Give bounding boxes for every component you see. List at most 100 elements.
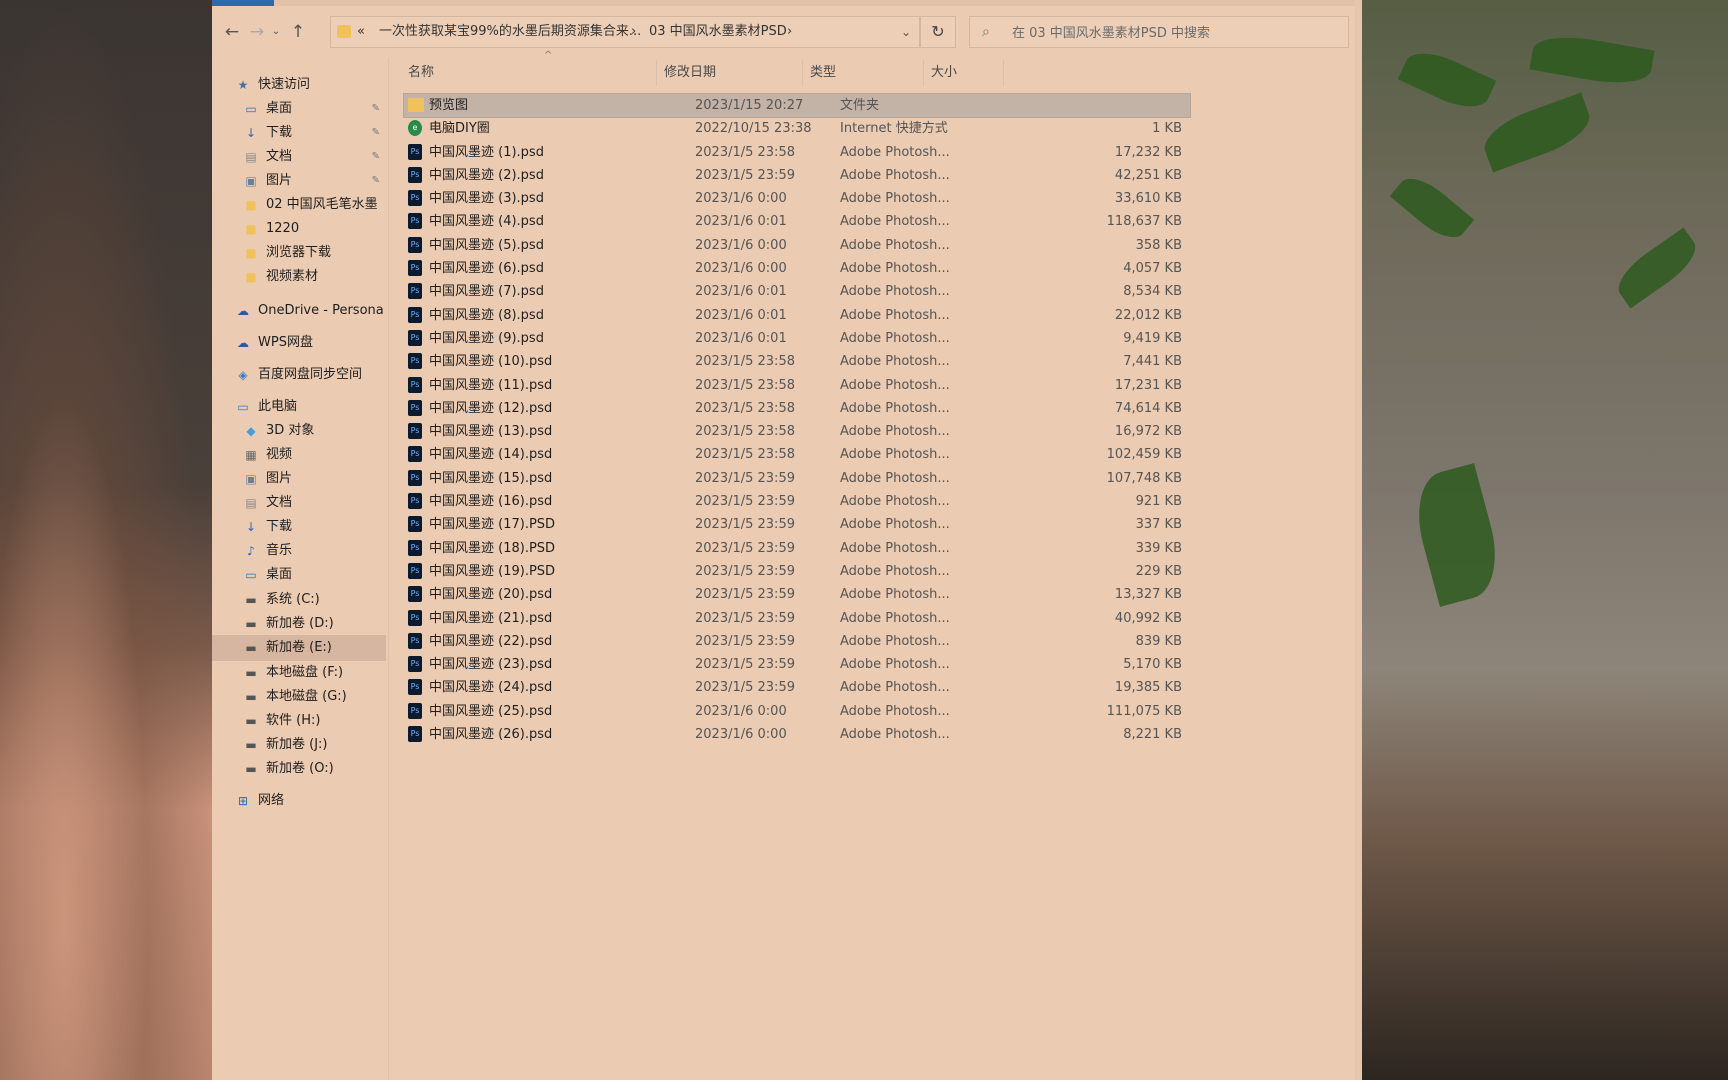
file-row[interactable]: Ps 中国风墨迹 (10).psd 2023/1/5 23:58 Adobe Phot… (404, 350, 1190, 373)
sidebar-item[interactable]: ▬ 软件 (H:) (212, 708, 386, 734)
breadcrumb-overflow[interactable]: « (357, 17, 365, 47)
file-row[interactable]: Ps 中国风墨迹 (14).psd 2023/1/5 23:58 Adobe Phot… (404, 443, 1190, 466)
photoshop-file-icon: Ps (408, 283, 422, 300)
sidebar-item-label: 新加卷 (E:) (266, 640, 332, 655)
sidebar-item[interactable]: ☁ OneDrive - Persona (212, 298, 386, 324)
file-row[interactable]: Ps 中国风墨迹 (12).psd 2023/1/5 23:58 Adobe Phot… (404, 397, 1190, 420)
file-row[interactable]: Ps 中国风墨迹 (2).psd 2023/1/5 23:59 Adobe Photo… (404, 164, 1190, 187)
sidebar-item[interactable]: ▤ 文档 (212, 490, 386, 516)
sidebar-item[interactable]: ☁ WPS网盘 (212, 330, 386, 356)
file-rows: 预览图 2023/1/15 20:27 文件夹 e 电脑DIY圈 2022/10/15 2… (403, 92, 1191, 746)
sidebar-item[interactable]: ▣ 图片 ✎ (212, 168, 386, 194)
file-size: 42,251 KB (1114, 167, 1182, 183)
sidebar-item[interactable]: ▭ 此电脑 (212, 394, 386, 420)
sidebar-item[interactable]: ↓ 下载 (212, 514, 386, 540)
column-header-size[interactable]: 大小 (923, 58, 1003, 88)
sidebar-item[interactable]: ▬ 本地磁盘 (G:) (212, 684, 386, 710)
back-button[interactable]: ← (220, 20, 244, 44)
sidebar-item[interactable]: ■ 视频素材 (212, 264, 386, 290)
breadcrumb-item[interactable]: 03 中国风水墨素材PSD (649, 17, 787, 47)
file-size: 4,057 KB (1123, 261, 1182, 277)
sidebar-item[interactable]: ★ 快速访问 (212, 72, 386, 98)
sidebar-item[interactable]: ▬ 新加卷 (O:) (212, 756, 386, 782)
sidebar-item[interactable]: ▬ 新加卷 (J:) (212, 732, 386, 758)
sidebar-item[interactable]: ▬ 新加卷 (D:) (212, 611, 386, 637)
sidebar-item[interactable]: ▦ 视频 (212, 442, 386, 468)
file-row[interactable]: e 电脑DIY圈 2022/10/15 23:38 Internet 快捷方式 1 KB (404, 117, 1190, 140)
file-row[interactable]: Ps 中国风墨迹 (7).psd 2023/1/6 0:01 Adobe Photos… (404, 280, 1190, 303)
sidebar-item[interactable]: ▭ 桌面 (212, 562, 386, 588)
file-type: Adobe Photosh... (840, 587, 950, 603)
column-header-name[interactable]: 名称 (400, 58, 656, 88)
sidebar-item[interactable]: ▬ 新加卷 (E:) (212, 635, 386, 661)
sidebar-item[interactable]: ◈ 百度网盘同步空间 (212, 362, 386, 388)
file-row[interactable]: Ps 中国风墨迹 (4).psd 2023/1/6 0:01 Adobe Photos… (404, 210, 1190, 233)
photoshop-file-icon: Ps (408, 539, 422, 556)
sidebar-item[interactable]: ↓ 下载 ✎ (212, 120, 386, 146)
search-input[interactable] (1010, 21, 1344, 45)
sidebar-item[interactable]: ▬ 本地磁盘 (F:) (212, 660, 386, 686)
search-box[interactable]: ⌕ (969, 16, 1349, 48)
photoshop-file-icon: Ps (408, 143, 422, 160)
pin-icon[interactable]: ✎ (372, 120, 380, 146)
column-divider[interactable] (1003, 60, 1004, 86)
file-row[interactable]: 预览图 2023/1/15 20:27 文件夹 (403, 92, 1191, 119)
sidebar-item[interactable]: ♪ 音乐 (212, 538, 386, 564)
pin-icon[interactable]: ✎ (372, 96, 380, 122)
file-type: Adobe Photosh... (840, 470, 950, 486)
breadcrumb-item[interactable]: 一次性获取某宝99%的水墨后期资源集合来... (379, 17, 641, 47)
chevron-down-icon[interactable]: ⌄ (901, 17, 911, 47)
file-row[interactable]: Ps 中国风墨迹 (23).psd 2023/1/5 23:59 Adobe Phot… (404, 653, 1190, 676)
sidebar-item-label: 文档 (266, 495, 293, 510)
sidebar-item[interactable]: ◆ 3D 对象 (212, 418, 386, 444)
file-row[interactable]: Ps 中国风墨迹 (22).psd 2023/1/5 23:59 Adobe Phot… (404, 630, 1190, 653)
file-row[interactable]: Ps 中国风墨迹 (9).psd 2023/1/6 0:01 Adobe Photos… (404, 327, 1190, 350)
file-row[interactable]: Ps 中国风墨迹 (21).psd 2023/1/5 23:59 Adobe Phot… (404, 607, 1190, 630)
file-row[interactable]: Ps 中国风墨迹 (13).psd 2023/1/5 23:58 Adobe Phot… (404, 420, 1190, 443)
file-row[interactable]: Ps 中国风墨迹 (5).psd 2023/1/6 0:00 Adobe Photos… (404, 234, 1190, 257)
file-size: 33,610 KB (1114, 191, 1182, 207)
column-header-type[interactable]: 类型 (802, 58, 923, 88)
file-row[interactable]: Ps 中国风墨迹 (3).psd 2023/1/6 0:00 Adobe Photos… (404, 187, 1190, 210)
folder-icon (408, 98, 424, 112)
up-button[interactable]: ↑ (286, 20, 310, 44)
file-row[interactable]: Ps 中国风墨迹 (8).psd 2023/1/6 0:01 Adobe Photos… (404, 304, 1190, 327)
sidebar-item[interactable]: ⊞ 网络 (212, 788, 386, 814)
file-size: 8,534 KB (1123, 284, 1182, 300)
file-row[interactable]: Ps 中国风墨迹 (1).psd 2023/1/5 23:58 Adobe Photo… (404, 141, 1190, 164)
sidebar-item[interactable]: ■ 02 中国风毛笔水墨 (212, 192, 386, 218)
breadcrumb-separator[interactable]: › (631, 17, 636, 47)
sidebar-item-label: 新加卷 (O:) (266, 761, 334, 776)
recent-locations-button[interactable]: ⌄ (264, 20, 288, 44)
sidebar-item[interactable]: ■ 1220 (212, 216, 386, 242)
file-type: Adobe Photosh... (840, 680, 950, 696)
sidebar-item-label: 音乐 (266, 543, 293, 558)
address-bar[interactable]: « 一次性获取某宝99%的水墨后期资源集合来... › 03 中国风水墨素材PS… (330, 16, 920, 48)
file-row[interactable]: Ps 中国风墨迹 (17).PSD 2023/1/5 23:59 Adobe Phot… (404, 513, 1190, 536)
sidebar-item[interactable]: ▤ 文档 ✎ (212, 144, 386, 170)
file-row[interactable]: Ps 中国风墨迹 (25).psd 2023/1/6 0:00 Adobe Photo… (404, 700, 1190, 723)
file-row[interactable]: Ps 中国风墨迹 (11).psd 2023/1/5 23:58 Adobe Phot… (404, 374, 1190, 397)
file-row[interactable]: Ps 中国风墨迹 (6).psd 2023/1/6 0:00 Adobe Photos… (404, 257, 1190, 280)
background-photo-left-shade (0, 0, 212, 1080)
file-row[interactable]: Ps 中国风墨迹 (15).psd 2023/1/5 23:59 Adobe Phot… (404, 467, 1190, 490)
sidebar-item[interactable]: ■ 浏览器下载 (212, 240, 386, 266)
sidebar-item[interactable]: ▣ 图片 (212, 466, 386, 492)
sidebar-item[interactable]: ▬ 系统 (C:) (212, 587, 386, 613)
file-date: 2023/1/5 23:58 (695, 354, 795, 370)
breadcrumb-separator[interactable]: › (787, 17, 792, 47)
download-icon: ↓ (245, 126, 257, 140)
file-row[interactable]: Ps 中国风墨迹 (26).psd 2023/1/6 0:00 Adobe Photo… (404, 723, 1190, 746)
file-row[interactable]: Ps 中国风墨迹 (16).psd 2023/1/5 23:59 Adobe Phot… (404, 490, 1190, 513)
navigation-pane: ★ 快速访问 ▭ 桌面 ✎ ↓ 下载 ✎ ▤ 文档 ✎ ▣ 图片 ✎ ■ 02 中国风毛笔水墨 ■ 1220 ■ 浏览… (212, 72, 388, 1080)
file-row[interactable]: Ps 中国风墨迹 (20).psd 2023/1/5 23:59 Adobe Phot… (404, 583, 1190, 606)
file-row[interactable]: Ps 中国风墨迹 (19).PSD 2023/1/5 23:59 Adobe Phot… (404, 560, 1190, 583)
file-row[interactable]: Ps 中国风墨迹 (24).psd 2023/1/5 23:59 Adobe Phot… (404, 676, 1190, 699)
column-header-date[interactable]: 修改日期 (656, 58, 802, 88)
pin-icon[interactable]: ✎ (372, 144, 380, 170)
refresh-button[interactable]: ↻ (920, 16, 956, 48)
pin-icon[interactable]: ✎ (372, 168, 380, 194)
sidebar-item-label: 软件 (H:) (266, 713, 321, 728)
file-row[interactable]: Ps 中国风墨迹 (18).PSD 2023/1/5 23:59 Adobe Phot… (404, 537, 1190, 560)
sidebar-item[interactable]: ▭ 桌面 ✎ (212, 96, 386, 122)
